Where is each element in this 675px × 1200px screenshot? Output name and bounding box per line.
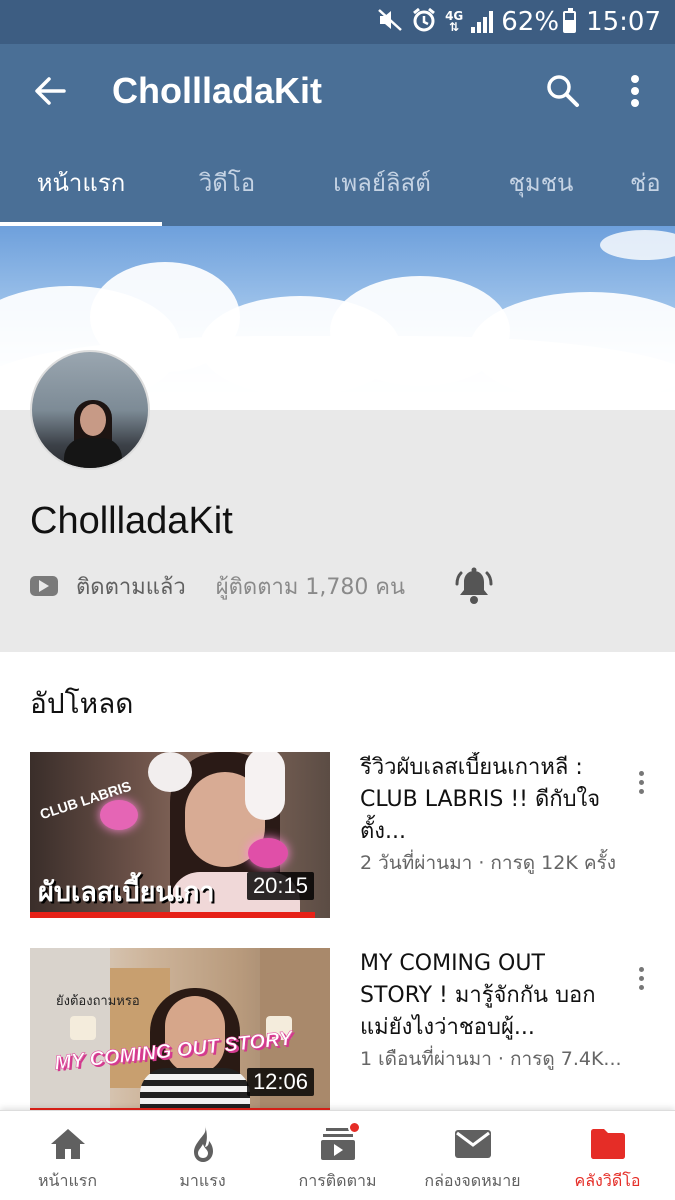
notification-dot [348, 1121, 361, 1134]
video-duration: 12:06 [246, 1068, 314, 1096]
alarm-icon [411, 7, 437, 37]
signal-icon [471, 11, 494, 33]
back-button[interactable] [0, 44, 100, 138]
home-icon [49, 1125, 87, 1163]
nav-library[interactable]: คลังวิดีโอ [540, 1111, 675, 1200]
video-meta: 1 เดือนที่ผ่านมา · การดู 7.4K... [360, 1048, 622, 1070]
battery-icon [563, 8, 577, 33]
avatar[interactable] [30, 350, 150, 470]
nav-label: คลังวิดีโอ [574, 1171, 641, 1190]
tab-label: วิดีโอ [198, 168, 256, 197]
battery-percent: 62% [501, 7, 560, 37]
notification-bell-button[interactable] [452, 564, 496, 608]
video-title[interactable]: รีวิวผับเลสเบี้ยนเกาหลี : CLUB LABRIS !!… [360, 752, 620, 848]
video-thumbnail[interactable]: CLUB LABRIS ผับเลสเบี้ยนเกา 20:15 [30, 752, 330, 918]
mute-vibrate-icon [377, 8, 403, 36]
nav-label: หน้าแรก [37, 1171, 98, 1190]
tab-videos[interactable]: วิดีโอ [162, 138, 292, 226]
nav-inbox[interactable]: กล่องจดหมาย [405, 1111, 540, 1200]
video-list-item[interactable]: ยังต้องถามหรอ MY COMING OUT STORY 12:06 … [0, 948, 675, 1118]
bell-ringing-icon [455, 567, 493, 604]
tab-community[interactable]: ชุมชน [472, 138, 610, 226]
tab-home[interactable]: หน้าแรก [0, 138, 162, 226]
trending-flame-icon [187, 1125, 219, 1163]
watch-progress-bar [30, 912, 315, 918]
tab-label: เพลย์ลิสต์ [333, 168, 431, 197]
video-more-button[interactable] [626, 762, 656, 802]
nav-label: การติดตาม [298, 1171, 377, 1190]
uploads-section-title: อัปโหลด [30, 687, 134, 720]
nav-label: มาแรง [179, 1171, 226, 1190]
more-options-button[interactable] [605, 44, 665, 138]
channel-tabs: หน้าแรก วิดีโอ เพลย์ลิสต์ ชุมชน ช่อ [0, 138, 675, 226]
inbox-mail-icon [454, 1125, 492, 1163]
tab-playlists[interactable]: เพลย์ลิสต์ [292, 138, 472, 226]
thumbnail-caption-small: ยังต้องถามหรอ [56, 993, 140, 1008]
status-bar: 4G ⇅ 62% 15:07 [0, 0, 675, 44]
clock-time: 15:07 [586, 7, 661, 37]
search-button[interactable] [533, 44, 593, 138]
tab-label: ชุมชน [508, 168, 574, 197]
video-meta: 2 วันที่ผ่านมา · การดู 12K ครั้ง [360, 852, 617, 874]
subscriber-count: ผู้ติดตาม 1,780 คน [215, 574, 406, 600]
subscription-row: ติดตามแล้ว ผู้ติดตาม 1,780 คน [30, 566, 405, 606]
channel-name: ChollladaKit [30, 500, 233, 542]
subscribed-button[interactable]: ติดตามแล้ว [76, 569, 186, 604]
video-thumbnail[interactable]: ยังต้องถามหรอ MY COMING OUT STORY 12:06 [30, 948, 330, 1114]
app-title: ChollladaKit [112, 70, 323, 111]
arrow-back-icon [35, 77, 66, 105]
nav-home[interactable]: หน้าแรก [0, 1111, 135, 1200]
nav-label: กล่องจดหมาย [424, 1171, 521, 1190]
video-list-item[interactable]: CLUB LABRIS ผับเลสเบี้ยนเกา 20:15 รีวิวผ… [0, 752, 675, 922]
video-duration: 20:15 [246, 872, 314, 900]
tab-label: ช่อ [630, 168, 661, 197]
youtube-play-icon [30, 576, 58, 596]
library-folder-icon [589, 1125, 627, 1163]
network-4g-icon: 4G ⇅ [445, 9, 464, 34]
search-icon [547, 75, 579, 107]
tab-channels[interactable]: ช่อ [610, 138, 675, 226]
more-vert-icon [631, 75, 639, 107]
video-title[interactable]: MY COMING OUT STORY ! มารู้จักกัน บอกแม่… [360, 948, 620, 1044]
video-more-button[interactable] [626, 958, 656, 998]
tab-label: หน้าแรก [36, 168, 126, 197]
bottom-navigation: หน้าแรก มาแรง การติดตาม กล่องจดหมาย คลัง… [0, 1110, 675, 1200]
nav-subscriptions[interactable]: การติดตาม [270, 1111, 405, 1200]
nav-trending[interactable]: มาแรง [135, 1111, 270, 1200]
app-bar: ChollladaKit [0, 44, 675, 138]
thumbnail-caption: ผับเลสเบี้ยนเกา [38, 877, 215, 907]
